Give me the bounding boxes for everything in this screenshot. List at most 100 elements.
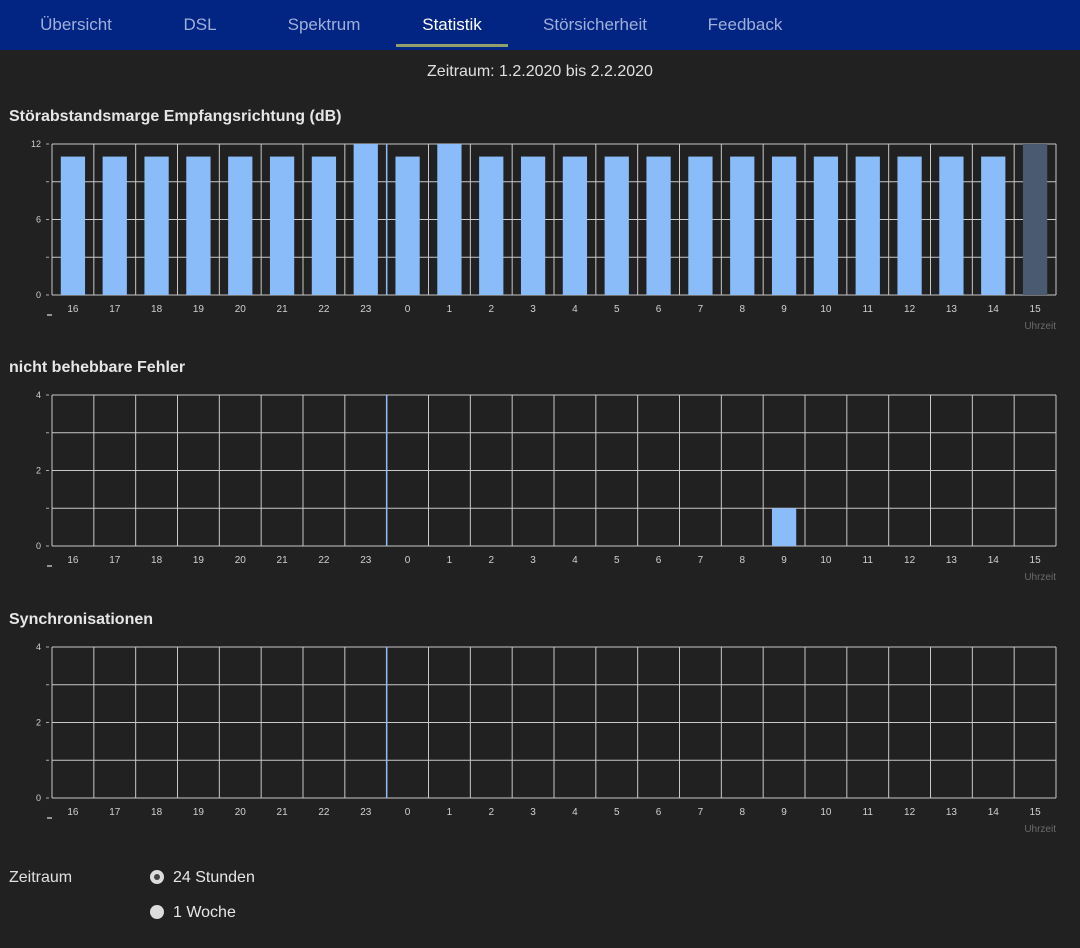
x-tick-label: 12 <box>904 555 916 566</box>
x-tick-label: 1 <box>447 555 453 566</box>
chart-bar <box>562 156 588 295</box>
chart-bar <box>186 156 211 295</box>
period-text: Zeitraum: 1.2.2020 bis 2.2.2020 <box>427 63 653 80</box>
chart-bar <box>395 156 420 295</box>
tab-feedback[interactable]: Feedback <box>690 0 800 50</box>
chart-bar <box>981 156 1006 295</box>
chart-bar <box>311 156 337 295</box>
x-tick-label: 4 <box>572 555 578 566</box>
y-tick-label: 0 <box>36 290 41 300</box>
chart-bar <box>604 156 629 295</box>
tab-statistik[interactable]: Statistik <box>396 0 508 50</box>
x-tick-label: 9 <box>781 807 787 818</box>
x-tick-label: 6 <box>656 304 662 315</box>
x-tick-label: 18 <box>151 807 163 818</box>
x-tick-label: 5 <box>614 555 620 566</box>
radio-1-woche[interactable]: 1 Woche <box>150 904 236 922</box>
x-tick-label: 8 <box>739 807 745 818</box>
chart-bar <box>897 156 922 295</box>
chart-bar <box>646 156 671 295</box>
y-tick-label: 2 <box>36 718 41 728</box>
y-tick-label: 4 <box>36 390 41 400</box>
chart-bar <box>855 156 880 295</box>
x-tick-label: 5 <box>614 807 620 818</box>
x-tick-label: 12 <box>904 304 916 315</box>
x-tick-label: 16 <box>67 807 79 818</box>
radio-unchecked-icon[interactable] <box>150 905 164 919</box>
y-tick-label: 0 <box>36 541 41 551</box>
chart-bar <box>939 156 964 295</box>
x-tick-label: 16 <box>67 555 79 566</box>
x-tick-label: 20 <box>235 807 247 818</box>
x-tick-label: 17 <box>109 807 121 818</box>
x-tick-label: 2 <box>488 555 494 566</box>
radio-24-stunden[interactable]: 24 Stunden <box>150 869 255 887</box>
radio-label-1-woche: 1 Woche <box>173 904 236 921</box>
x-tick-label: 21 <box>277 807 289 818</box>
x-tick-label: 13 <box>946 304 958 315</box>
radio-checked-icon[interactable] <box>150 870 164 884</box>
snr-chart: 061216 17 18 19 20 21 22 23 0 1 2 3 4 5 6 7 8 9 10 11 12 13 14… <box>31 139 1057 332</box>
sync-chart: 02416 17 18 19 20 21 22 23 0 1 2 3 4 5 6 7 8 9 10 11 12 13 14 1… <box>36 642 1057 835</box>
x-tick-label: 5 <box>614 304 620 315</box>
chart-bar <box>730 156 755 295</box>
x-tick-label: 2 <box>488 304 494 315</box>
x-tick-label: 18 <box>151 304 163 315</box>
x-tick-label: 10 <box>820 807 832 818</box>
x-tick-label: 20 <box>235 555 247 566</box>
chart-bar <box>771 508 797 546</box>
x-tick-label: 16 <box>67 304 79 315</box>
x-tick-label: 22 <box>318 555 330 566</box>
x-tick-label: 9 <box>781 304 787 315</box>
chart-title-errors: nicht behebbare Fehler <box>9 359 186 376</box>
x-tick-label: 15 <box>1030 555 1042 566</box>
x-tick-label: 15 <box>1030 807 1042 818</box>
x-tick-label: 11 <box>863 555 874 566</box>
x-tick-label: 12 <box>904 807 916 818</box>
x-tick-label: 6 <box>656 807 662 818</box>
x-tick-label: 11 <box>863 807 874 818</box>
x-tick-label: 3 <box>530 807 536 818</box>
y-tick-label: 2 <box>36 466 41 476</box>
x-tick-label: 3 <box>530 304 536 315</box>
x-tick-label: 22 <box>318 304 330 315</box>
chart-bar <box>813 156 839 295</box>
x-tick-label: 3 <box>530 555 536 566</box>
chart-bar <box>269 156 295 295</box>
x-tick-label: 1 <box>447 304 453 315</box>
x-tick-label: 9 <box>781 555 787 566</box>
y-tick-label: 4 <box>36 642 41 652</box>
tab-uebersicht[interactable]: Übersicht <box>20 0 132 50</box>
chart-bar <box>144 156 169 295</box>
chart-bar <box>688 156 713 295</box>
x-tick-label: 6 <box>656 555 662 566</box>
x-tick-label: 22 <box>318 807 330 818</box>
tab-stoersicherheit[interactable]: Störsicherheit <box>530 0 660 50</box>
x-tick-label: 19 <box>193 555 205 566</box>
x-tick-label: 0 <box>405 555 411 566</box>
x-tick-label: 4 <box>572 807 578 818</box>
x-tick-label: 8 <box>739 304 745 315</box>
radio-label-24-stunden: 24 Stunden <box>173 869 255 886</box>
x-tick-label: 21 <box>277 555 289 566</box>
x-tick-label: 11 <box>863 304 874 315</box>
x-tick-label: 23 <box>360 304 372 315</box>
y-tick-label: 0 <box>36 793 41 803</box>
x-tick-label: 7 <box>698 807 704 818</box>
chart-bar-current <box>1022 144 1048 295</box>
chart-bar <box>437 144 462 295</box>
chart-title-snr: Störabstandsmarge Empfangsrichtung (dB) <box>9 108 342 125</box>
x-tick-label: 10 <box>820 304 832 315</box>
chart-bar <box>60 156 86 295</box>
x-axis-label: Uhrzeit <box>1024 572 1056 583</box>
x-tick-label: 17 <box>109 304 121 315</box>
x-tick-label: 19 <box>193 304 205 315</box>
chart-bar <box>102 156 127 295</box>
x-tick-label: 23 <box>360 807 372 818</box>
x-tick-label: 21 <box>277 304 289 315</box>
x-tick-label: 8 <box>739 555 745 566</box>
tab-spektrum[interactable]: Spektrum <box>270 0 378 50</box>
x-tick-label: 13 <box>946 807 958 818</box>
chart-bar <box>479 156 504 295</box>
tab-dsl[interactable]: DSL <box>160 0 240 50</box>
